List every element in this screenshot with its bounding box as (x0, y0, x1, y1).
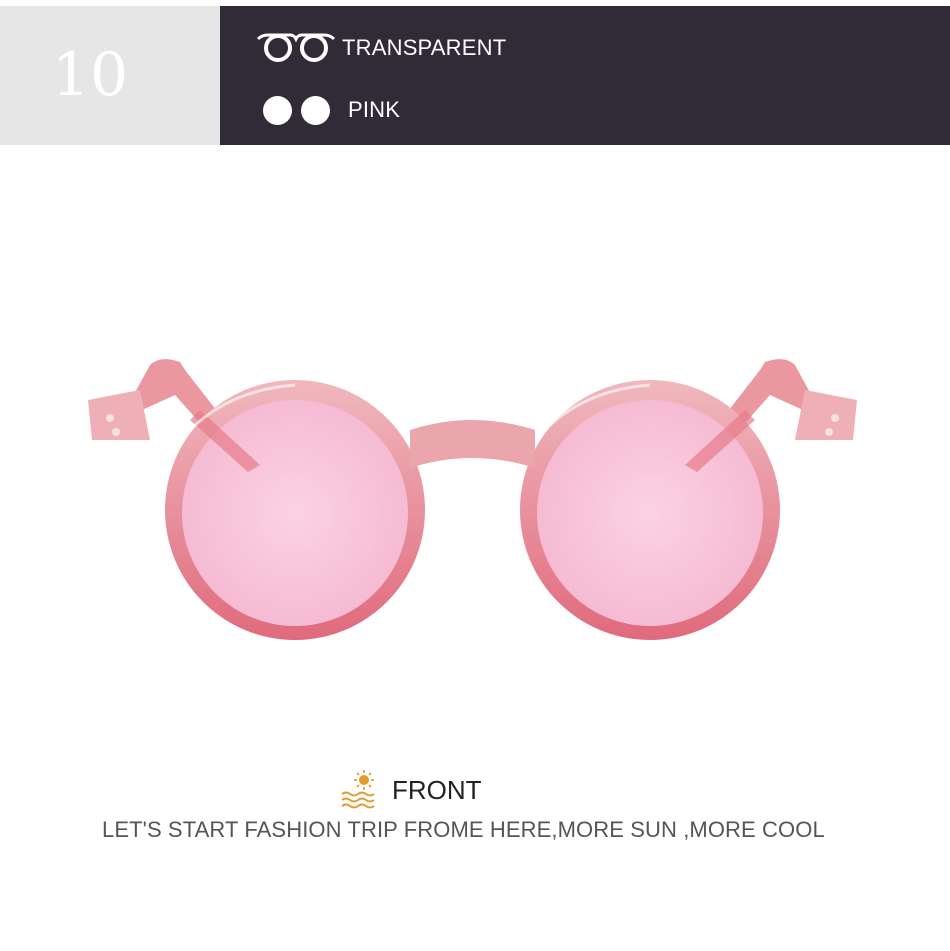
glasses-frame-outline-icon (256, 33, 336, 62)
lens-color-row: PINK (256, 92, 400, 128)
tagline: LET'S START FASHION TRIP FROME HERE,MORE… (102, 817, 825, 842)
sun-over-waves-icon (341, 770, 375, 809)
frame-color-label: TRANSPARENT (342, 35, 507, 60)
lens-color-label: PINK (348, 97, 401, 122)
lens-circles-icon (256, 93, 330, 127)
variant-number-box: 10 (0, 6, 220, 145)
variant-info-box: TRANSPARENT PINK (220, 6, 950, 145)
view-label: FRONT (392, 774, 482, 805)
sunglasses-product-image (88, 359, 857, 640)
header-banner: 10 TRANSPARENT PINK (0, 6, 950, 145)
view-label-row: FRONT (340, 765, 482, 815)
variant-number: 10 (51, 40, 129, 110)
frame-color-row: TRANSPARENT (256, 30, 506, 66)
